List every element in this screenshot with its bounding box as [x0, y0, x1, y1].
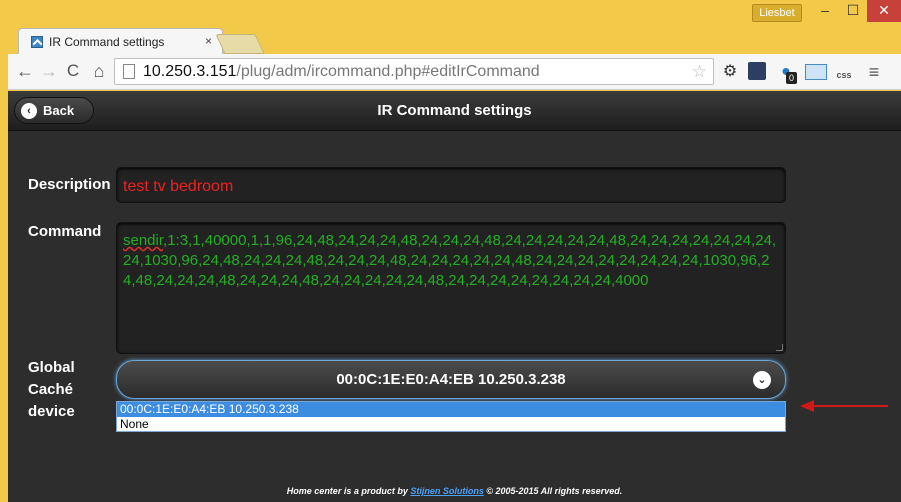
bookmark-star-icon[interactable]: ☆: [692, 62, 707, 82]
extension-puzzle-icon[interactable]: [748, 62, 766, 80]
page-title: IR Command settings: [377, 102, 532, 119]
option-gc-device[interactable]: 00:0C:1E:E0:A4:EB 10.250.3.238: [117, 402, 785, 417]
page-header: ‹ Back IR Command settings: [8, 91, 901, 131]
command-textarea[interactable]: sendir,1:3,1,40000,1,1,96,24,48,24,24,24…: [116, 222, 786, 354]
back-arrow-icon[interactable]: ←: [14, 60, 36, 82]
command-label: Command: [28, 223, 102, 240]
option-none[interactable]: None: [117, 417, 785, 432]
css-extension-icon[interactable]: css: [834, 62, 854, 82]
description-input[interactable]: test tv bedroom: [116, 167, 786, 203]
tab-favicon-icon: [31, 35, 43, 48]
extension-count-badge: 0: [786, 72, 797, 84]
description-label: Description: [28, 176, 111, 193]
global-cache-label: Global Caché device: [28, 359, 75, 420]
tab-close-icon[interactable]: ×: [205, 34, 212, 48]
footer-link[interactable]: Stijnen Solutions: [410, 486, 484, 496]
command-text: ,1:3,1,40000,1,1,96,24,48,24,24,24,48,24…: [123, 232, 777, 289]
profile-badge[interactable]: Liesbet: [752, 4, 802, 22]
red-arrow-annotation: [800, 400, 888, 412]
url-path: /plug/adm/ircommand.php#editIrCommand: [236, 62, 540, 80]
browser-window: Liesbet ‒ ☐ ✕ IR Command settings × ← → …: [0, 0, 901, 502]
footer-prefix: Home center is a product by: [286, 486, 411, 496]
chevron-down-icon: ⌄: [753, 371, 771, 389]
command-first-word: sendir: [123, 232, 164, 249]
resize-handle[interactable]: [776, 344, 783, 351]
page-footer: Home center is a product by Stijnen Solu…: [8, 486, 901, 496]
gear-icon[interactable]: ⚙: [720, 62, 740, 82]
extension-image-icon[interactable]: [805, 64, 827, 80]
app-page: ‹ Back IR Command settings Description t…: [8, 91, 901, 502]
address-bar[interactable]: 10.250.3.151/plug/adm/ircommand.php#edit…: [114, 58, 714, 85]
menu-icon[interactable]: ≡: [864, 62, 884, 82]
home-icon[interactable]: ⌂: [88, 60, 110, 82]
browser-toolbar: ← → C ⌂ 10.250.3.151/plug/adm/ircommand.…: [8, 54, 901, 90]
tab-title: IR Command settings: [49, 34, 165, 49]
footer-suffix: © 2005-2015 All rights reserved.: [483, 486, 623, 496]
reload-icon[interactable]: C: [62, 60, 84, 82]
global-cache-selected: 00:0C:1E:E0:A4:EB 10.250.3.238: [336, 371, 566, 388]
browser-tab[interactable]: IR Command settings ×: [18, 28, 223, 54]
forward-arrow-icon[interactable]: →: [38, 60, 60, 82]
new-tab-button[interactable]: [215, 34, 265, 54]
maximize-button[interactable]: ☐: [839, 0, 867, 22]
global-cache-select[interactable]: 00:0C:1E:E0:A4:EB 10.250.3.238 ⌄: [116, 360, 786, 399]
url-host: 10.250.3.151: [143, 62, 237, 80]
page-icon: [123, 64, 135, 79]
close-window-button[interactable]: ✕: [867, 0, 901, 22]
minimize-button[interactable]: ‒: [811, 0, 839, 22]
global-cache-options: 00:0C:1E:E0:A4:EB 10.250.3.238 None: [116, 401, 786, 432]
